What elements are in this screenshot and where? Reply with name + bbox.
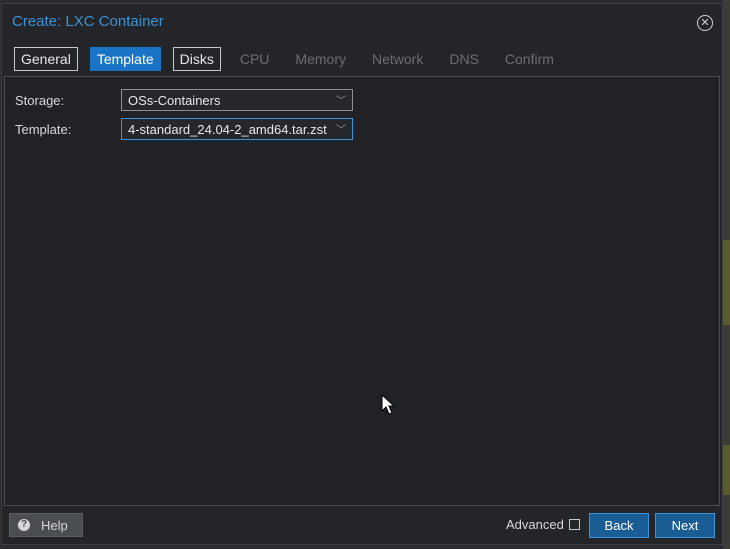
dialog-title: Create: LXC Container: [12, 13, 164, 30]
template-select[interactable]: 4-standard_24.04-2_amd64.tar.zst ﹀: [121, 118, 353, 140]
tab-general[interactable]: General: [14, 47, 78, 71]
chevron-down-icon[interactable]: ﹀: [336, 121, 346, 136]
advanced-checkbox[interactable]: [569, 519, 580, 530]
storage-select[interactable]: OSs-Containers ﹀: [121, 89, 353, 111]
wizard-tabs: General Template Disks CPU Memory Networ…: [14, 47, 573, 71]
tab-dns: DNS: [449, 51, 479, 67]
template-label: Template:: [15, 122, 72, 137]
advanced-label: Advanced: [506, 517, 564, 532]
mouse-cursor-icon: [381, 394, 396, 415]
backdrop-highlight: [723, 240, 730, 325]
help-label: Help: [41, 518, 68, 533]
template-row: Template: 4-standard_24.04-2_amd64.tar.z…: [15, 118, 355, 142]
chevron-down-icon[interactable]: ﹀: [336, 92, 346, 107]
tab-network: Network: [371, 51, 424, 67]
tab-confirm: Confirm: [504, 51, 554, 67]
storage-label: Storage:: [15, 93, 65, 108]
storage-row: Storage: OSs-Containers ﹀: [15, 89, 355, 113]
template-panel: Storage: OSs-Containers ﹀ Template: 4-st…: [4, 76, 720, 506]
lxc-create-dialog: Create: LXC Container ✕ General Template…: [1, 3, 723, 545]
close-icon[interactable]: ✕: [697, 15, 713, 31]
question-icon: ?: [18, 519, 30, 531]
tab-disks[interactable]: Disks: [172, 47, 221, 71]
back-button[interactable]: Back: [589, 513, 649, 538]
tab-memory: Memory: [295, 51, 346, 67]
backdrop-highlight: [723, 445, 730, 495]
next-button[interactable]: Next: [655, 513, 715, 538]
storage-value: OSs-Containers: [128, 93, 221, 108]
dialog-titlebar[interactable]: Create: LXC Container ✕: [2, 4, 722, 40]
template-value: 4-standard_24.04-2_amd64.tar.zst: [128, 122, 327, 137]
tab-cpu: CPU: [239, 51, 270, 67]
help-button[interactable]: ? Help: [9, 513, 83, 537]
dialog-footer: ? Help Advanced Back Next: [2, 508, 722, 544]
tab-template[interactable]: Template: [89, 47, 161, 71]
